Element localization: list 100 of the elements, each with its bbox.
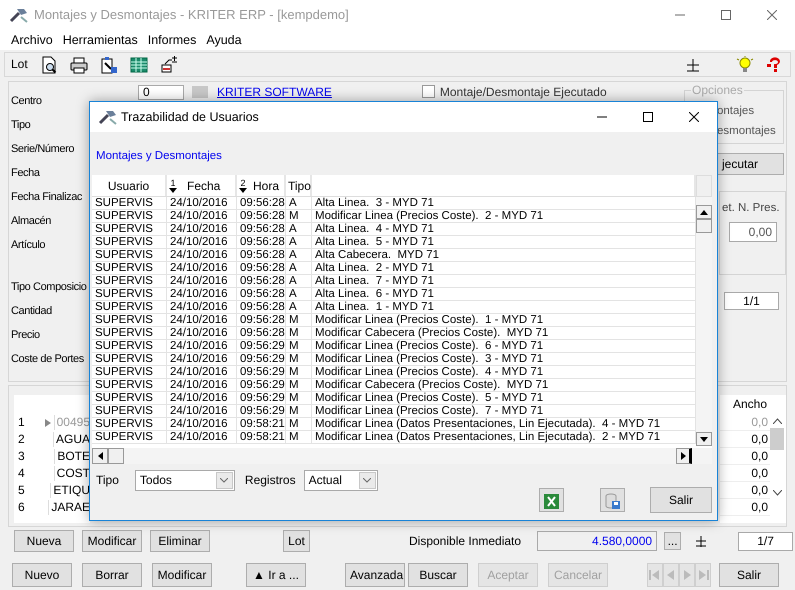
table-cell: 09:56:29 [237,353,286,366]
table-cell: A [286,275,312,288]
maximize-icon [721,10,731,20]
table-cell: 24/10/2016 [167,379,237,392]
footer-button[interactable]: Buscar [408,563,468,587]
table-cell: 09:56:29 [237,392,286,405]
column-header[interactable]: Tipo [288,178,311,193]
scroll-up-icon[interactable] [772,418,782,424]
column-header[interactable]: Usuario [108,178,150,193]
table-cell: SUPERVIS [92,262,167,275]
filter-select[interactable]: Actual [304,470,378,490]
field-label: Tipo [11,118,32,133]
table-cell: M [286,418,312,431]
table-cell: M [286,210,312,223]
company-link[interactable]: KRITER SOFTWARE [217,84,332,100]
table-icon[interactable] [130,56,148,74]
table-cell: SUPERVIS [92,197,167,210]
menu-item[interactable]: Herramientas [58,32,143,48]
table-cell: A [286,288,312,301]
save-button[interactable] [600,488,625,512]
color-swatch [192,86,208,98]
field-label: Fecha [11,166,41,181]
option-label[interactable]: esmontajes [717,121,783,141]
footer-button[interactable]: ▲ Ir a ... [246,563,306,587]
exit-button[interactable]: Salir [719,563,779,587]
vertical-scrollbar[interactable] [696,175,712,446]
table-cell: A [286,262,312,275]
table-cell: 24/10/2016 [167,418,237,431]
menu-item[interactable]: Ayuda [201,32,247,48]
pres-field[interactable]: 0,00 [729,222,777,242]
more-button[interactable]: ... [664,532,682,550]
table-cell: 0,0 [720,448,770,465]
field-label: Centro [11,94,43,109]
table-cell: 0,0 [720,482,770,499]
scroll-down-icon [700,436,708,442]
table-cell: 09:56:28 [237,236,286,249]
menu-item[interactable]: Archivo [6,32,58,48]
scroll-thumb[interactable] [108,448,124,464]
menu-item[interactable]: Informes [142,32,202,48]
horizontal-scrollbar[interactable] [92,448,712,464]
scroll-down-icon[interactable] [772,490,782,496]
table-cell: M [286,327,312,340]
sort-order: 1 [170,179,176,188]
module-link[interactable]: Montajes y Desmontajes [96,150,222,162]
filter-select[interactable]: Todos [134,470,235,490]
table-cell: M [286,405,312,418]
sort-descending-icon [169,188,177,193]
table-cell: 24/10/2016 [167,366,237,379]
footer-button[interactable]: Avanzada [345,563,405,587]
table-cell: M [286,340,312,353]
table-cell: SUPERVIS [92,301,167,314]
table-cell: 09:56:28 [237,223,286,236]
footer-button[interactable]: Modificar [152,563,212,587]
table-cell: M [286,353,312,366]
table-cell: SUPERVIS [92,327,167,340]
table-cell: A [286,223,312,236]
option-label[interactable]: ontajes [717,101,783,121]
table-cell: 09:58:21 [237,418,286,431]
exit-button[interactable]: Salir [650,487,712,513]
scroll-thumb[interactable] [770,428,784,450]
pager-field: 1/1 [724,292,779,310]
execute-button[interactable]: jecutar [717,153,784,175]
table-cell: 24/10/2016 [167,314,237,327]
line-button[interactable]: Nueva [14,530,74,552]
column-header[interactable]: Hora [253,178,280,193]
footer-button[interactable]: Nuevo [12,563,72,587]
table-cell: 24/10/2016 [167,249,237,262]
centro-field[interactable]: 0 [138,84,184,100]
checkbox[interactable] [422,85,435,98]
grid-arrow-icon[interactable] [160,56,178,74]
document-arrow-icon[interactable] [100,56,118,74]
table-cell: M [286,379,312,392]
excel-button[interactable] [539,488,564,512]
toolbar-label[interactable]: Lot [11,57,28,72]
column-header[interactable]: Fecha [187,178,220,193]
column-header: Ancho [732,396,768,413]
line-button[interactable]: Lot [283,530,310,552]
field-label: Almacén [11,214,52,229]
table-cell: 24/10/2016 [167,340,237,353]
line-button[interactable]: Eliminar [150,530,210,552]
grid-icon[interactable] [686,58,700,72]
field-label: Tipo Composicio [11,280,87,295]
table-cell: A [286,197,312,210]
table-cell: SUPERVIS [92,210,167,223]
line-button[interactable]: Modificar [82,530,142,552]
close-icon [767,10,777,20]
footer-button[interactable]: Borrar [82,563,142,587]
scroll-thumb[interactable] [696,219,712,233]
lightbulb-icon[interactable] [736,56,754,74]
table-cell: SUPERVIS [92,366,167,379]
table-cell: 24/10/2016 [167,210,237,223]
sort-order: 2 [240,179,246,188]
table-cell: 09:56:28 [237,210,286,223]
print-icon[interactable] [70,56,88,74]
table-cell: SUPERVIS [92,379,167,392]
grid-icon[interactable] [695,535,708,547]
table-cell: 0,0 [720,499,770,516]
table-cell: 09:56:28 [237,327,286,340]
preview-icon[interactable] [40,56,58,74]
table-cell: 24/10/2016 [167,327,237,340]
